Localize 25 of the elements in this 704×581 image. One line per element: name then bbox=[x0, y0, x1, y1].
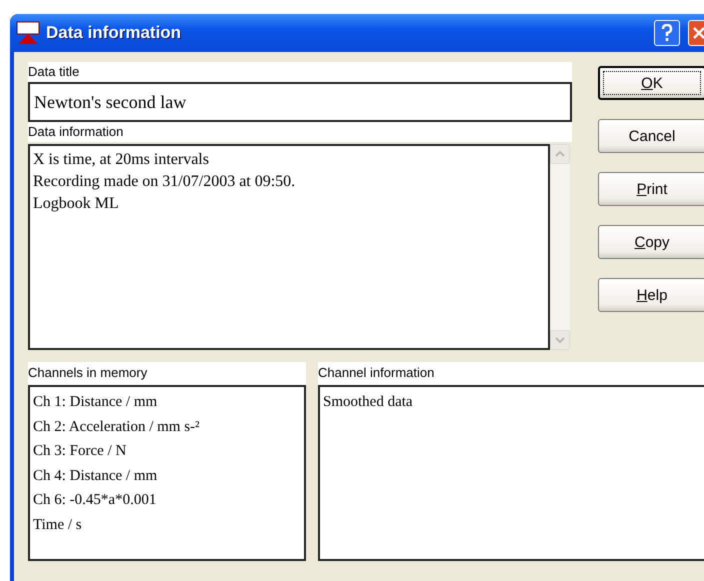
close-button[interactable] bbox=[688, 20, 704, 46]
grid-chart-icon bbox=[16, 21, 40, 45]
dialog-button[interactable]: Print bbox=[598, 172, 704, 206]
channels-list[interactable]: Ch 1: Distance / mm Ch 2: Acceleration / mm s-² Ch 3: Force / N Ch 4: Distance / mm Ch 6: -0.45*a*0.001 Time / s bbox=[28, 385, 306, 561]
field-label: Data information bbox=[28, 122, 572, 142]
dialog-button[interactable]: OK bbox=[598, 66, 704, 100]
dialog-button[interactable]: Copy bbox=[598, 225, 704, 259]
question-mark-icon[interactable] bbox=[661, 24, 673, 42]
channel-information-text-area[interactable]: Smoothed data bbox=[318, 385, 704, 561]
channel-item[interactable]: Ch 6: -0.45*a*0.001 bbox=[33, 488, 301, 512]
channel-item[interactable]: Ch 3: Force / N bbox=[33, 439, 301, 464]
dialog-button[interactable]: Help bbox=[598, 278, 704, 312]
channel-item[interactable]: Ch 2: Acceleration / mm s-² bbox=[33, 414, 301, 439]
information-text-area[interactable]: X is time, at 20ms intervals Recording made on 31/07/2003 at 09:50. Logbook ML bbox=[28, 144, 548, 350]
window-title: Data information bbox=[46, 23, 182, 43]
field-label: Channel information bbox=[318, 362, 704, 385]
list-label: Channels in memory bbox=[28, 362, 306, 385]
dialog-button[interactable]: Cancel bbox=[598, 119, 704, 153]
close-icon[interactable] bbox=[692, 26, 704, 40]
field-label: Data title bbox=[28, 62, 572, 82]
title-field[interactable]: Newton's second law bbox=[28, 82, 572, 122]
channel-item[interactable]: Ch 4: Distance / mm bbox=[33, 464, 301, 488]
channel-item[interactable]: Ch 1: Distance / mm bbox=[33, 390, 301, 414]
help-button[interactable] bbox=[654, 20, 680, 46]
channel-item[interactable]: Time / s bbox=[33, 512, 301, 537]
